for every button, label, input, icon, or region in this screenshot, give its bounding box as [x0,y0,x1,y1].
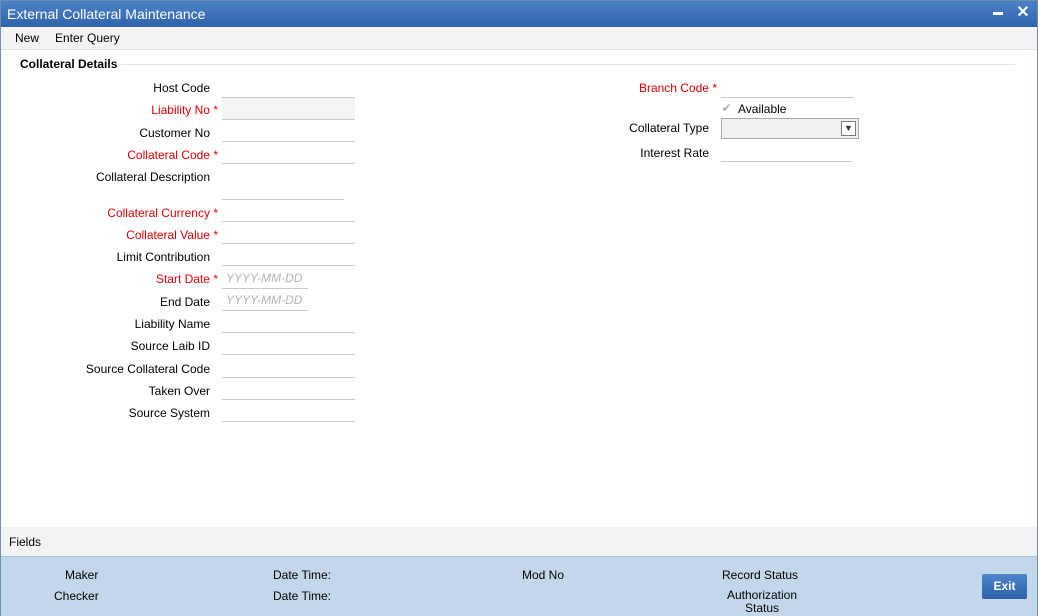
start-date-field[interactable] [222,267,308,289]
limit-contribution-field[interactable] [222,244,355,266]
collateral-description-field[interactable] [222,178,344,200]
external-collateral-window: External Collateral Maintenance ✕ New En… [0,0,1038,616]
maker-date-time-label: Date Time: [273,568,332,582]
host-code-field[interactable] [222,76,355,98]
source-liab-id-field[interactable] [222,333,355,355]
section-title: Collateral Details [20,57,118,71]
collateral-description-label: Collateral Description [95,170,210,184]
collateral-type-label: Collateral Type [629,121,709,135]
close-icon[interactable]: ✕ [1013,3,1033,23]
collateral-value-field[interactable] [222,222,355,244]
minimize-icon[interactable] [988,3,1008,23]
source-collateral-code-label: Source Collateral Code [85,362,210,376]
start-date-label: Start Date * [155,272,218,286]
maker-label: Maker [65,568,99,582]
fields-bar: Fields [1,527,1037,556]
menu-bar: New Enter Query [1,27,1037,50]
source-liab-id-label: Source Laib ID [130,339,210,353]
chevron-down-icon[interactable]: ▼ [841,121,856,136]
window-title: External Collateral Maintenance [7,6,206,22]
end-date-field[interactable] [222,289,308,311]
record-status-label: Record Status [722,568,799,582]
authorization-status-label: Authorization Status [726,588,798,615]
section-divider [121,64,1015,65]
checker-date-time-label: Date Time: [273,589,332,603]
branch-code-field[interactable] [721,76,854,98]
host-code-label: Host Code [153,81,210,95]
customer-no-label: Customer No [139,126,210,140]
collateral-currency-label: Collateral Currency * [107,206,218,220]
menu-new[interactable]: New [15,31,39,45]
collateral-code-field[interactable] [222,142,355,164]
exit-button[interactable]: Exit [982,574,1027,599]
mod-no-label: Mod No [522,568,565,582]
check-icon[interactable]: ✔ [720,102,733,115]
taken-over-label: Taken Over [148,384,210,398]
taken-over-field[interactable] [222,378,355,400]
collateral-type-select[interactable]: ▼ [721,118,859,139]
liability-no-field[interactable] [222,98,355,120]
audit-panel: Maker Checker Date Time: Date Time: Mod … [1,556,1037,616]
limit-contribution-label: Limit Contribution [116,250,210,264]
title-bar: External Collateral Maintenance ✕ [1,1,1037,27]
interest-rate-label: Interest Rate [640,146,709,160]
source-system-field[interactable] [222,400,355,422]
liability-name-label: Liability Name [134,317,210,331]
available-label: Available [738,102,787,116]
collateral-code-label: Collateral Code * [127,148,218,162]
liability-name-field[interactable] [222,311,355,333]
collateral-value-label: Collateral Value * [126,228,218,242]
interest-rate-field[interactable] [721,140,852,162]
customer-no-field[interactable] [222,120,355,142]
branch-code-label: Branch Code * [638,81,717,95]
source-collateral-code-field[interactable] [222,356,355,378]
liability-no-label: Liability No * [151,103,218,117]
collateral-currency-field[interactable] [222,200,355,222]
menu-enter-query[interactable]: Enter Query [55,31,120,45]
source-system-label: Source System [128,406,210,420]
checker-label: Checker [54,589,99,603]
end-date-label: End Date [159,295,210,309]
fields-link[interactable]: Fields [9,535,41,549]
